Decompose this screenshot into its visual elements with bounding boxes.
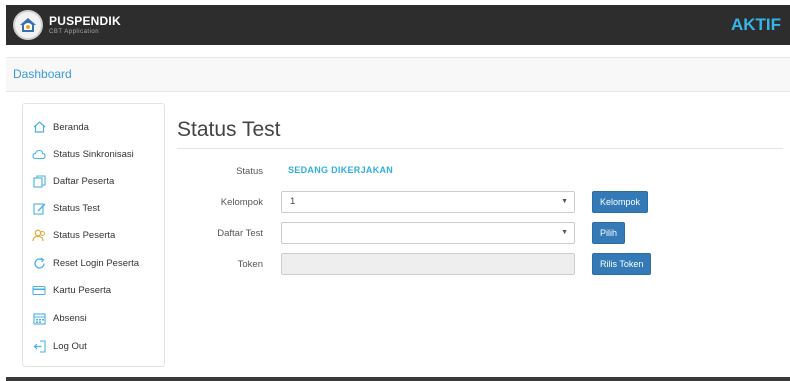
token-field (281, 253, 575, 275)
page-title: Status Test (177, 118, 281, 141)
kelompok-label: Kelompok (220, 197, 263, 208)
top-header: PUSPENDIK CBT Application AKTIF (6, 5, 790, 45)
pilih-button[interactable]: Pilih (592, 222, 626, 244)
daftar-test-label: Daftar Test (217, 228, 263, 239)
sidebar-item-status-peserta[interactable]: Status Peserta (32, 226, 115, 244)
card-icon (32, 283, 46, 297)
daftar-test-select[interactable]: ▼ (281, 222, 575, 244)
sidebar-item-label: Status Test (53, 202, 100, 214)
sidebar-item-label: Reset Login Peserta (53, 257, 140, 269)
sidebar-item-absensi[interactable]: Absensi (32, 309, 87, 327)
rilis-token-button[interactable]: Rilis Token (592, 253, 652, 275)
token-label: Token (237, 259, 263, 270)
kelompok-select[interactable]: 1 ▼ (281, 191, 575, 213)
users-icon (32, 228, 46, 242)
sidebar-item-daftar-peserta[interactable]: Daftar Peserta (32, 172, 114, 190)
chevron-down-icon: ▼ (561, 229, 568, 236)
sidebar-item-reset-login-peserta[interactable]: Reset Login Peserta (32, 254, 139, 272)
calendar-icon (32, 311, 46, 325)
logout-icon (32, 339, 46, 353)
home-icon (32, 120, 46, 134)
sidebar-item-kartu-peserta[interactable]: Kartu Peserta (32, 281, 111, 299)
sidebar-item-log-out[interactable]: Log Out (32, 337, 87, 355)
sidebar-item-label: Log Out (53, 340, 87, 352)
chevron-down-icon: ▼ (561, 198, 568, 205)
breadcrumb-bar: Dashboard (6, 57, 790, 92)
status-value: SEDANG DIKERJAKAN (288, 165, 394, 175)
cloud-icon (32, 147, 46, 161)
sidebar-item-label: Status Peserta (53, 229, 116, 241)
sidebar-item-label: Kartu Peserta (53, 284, 112, 296)
sidebar-item-label: Status Sinkronisasi (53, 148, 134, 160)
brand-subtitle: CBT Application (49, 29, 100, 35)
refresh-icon (32, 256, 46, 270)
title-divider (177, 148, 783, 149)
server-status-indicator: AKTIF (730, 15, 781, 34)
bottom-border (6, 377, 790, 381)
kelompok-button[interactable]: Kelompok (592, 191, 649, 213)
sidebar-item-label: Absensi (53, 312, 87, 324)
sidebar: Beranda Status Sinkronisasi Daftar Peser… (22, 103, 165, 367)
sidebar-item-status-test[interactable]: Status Test (32, 199, 100, 217)
sidebar-item-status-sinkronisasi[interactable]: Status Sinkronisasi (32, 145, 134, 163)
brand-title: PUSPENDIK (49, 14, 121, 28)
sidebar-item-label: Beranda (53, 121, 89, 133)
documents-icon (32, 174, 46, 188)
sidebar-item-beranda[interactable]: Beranda (32, 118, 89, 136)
logo-emblem-icon (13, 10, 43, 40)
sidebar-item-label: Daftar Peserta (53, 175, 115, 187)
logo: PUSPENDIK CBT Application (13, 10, 121, 40)
kelompok-select-value: 1 (290, 196, 296, 207)
status-label: Status (236, 166, 263, 177)
breadcrumb-dashboard[interactable]: Dashboard (13, 67, 72, 81)
edit-icon (32, 201, 46, 215)
